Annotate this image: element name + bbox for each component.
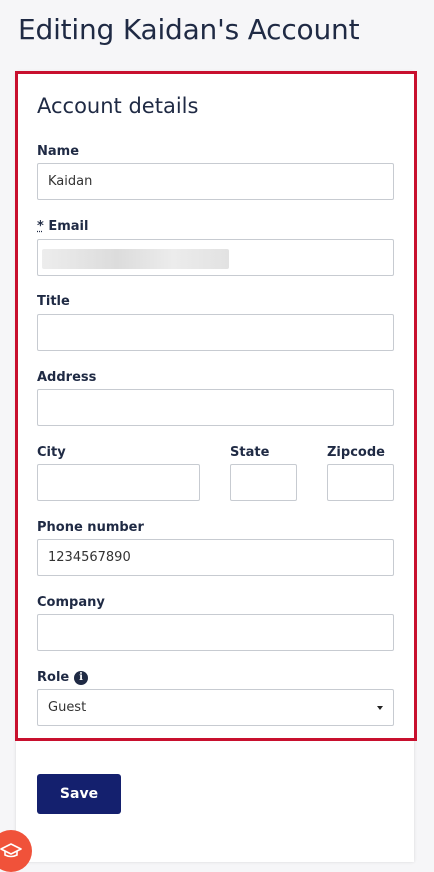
graduation-cap-icon	[0, 843, 22, 858]
zipcode-input[interactable]	[327, 464, 394, 501]
city-label: City	[37, 445, 66, 460]
company-label: Company	[37, 595, 105, 610]
role-select[interactable]: Guest	[37, 689, 394, 726]
state-input[interactable]	[230, 464, 297, 501]
section-title: Account details	[37, 94, 199, 118]
company-input[interactable]	[37, 614, 394, 651]
title-input[interactable]	[37, 314, 394, 351]
name-label: Name	[37, 144, 80, 159]
caret-down-icon	[377, 705, 383, 710]
role-selected-value: Guest	[48, 700, 87, 715]
redacted-email	[42, 249, 229, 269]
name-input[interactable]	[37, 163, 394, 200]
phone-input[interactable]	[37, 539, 394, 576]
role-label: Role	[37, 670, 70, 685]
state-label: State	[230, 445, 270, 460]
email-label-text: Email	[48, 219, 89, 234]
info-icon[interactable]: i	[74, 671, 88, 685]
zipcode-label: Zipcode	[327, 445, 385, 460]
address-label: Address	[37, 370, 97, 385]
phone-label: Phone number	[37, 520, 144, 535]
email-label: * Email	[37, 219, 88, 234]
address-input[interactable]	[37, 389, 394, 426]
page-title: Editing Kaidan's Account	[18, 13, 360, 46]
city-input[interactable]	[37, 464, 200, 501]
title-label: Title	[37, 294, 70, 309]
save-button[interactable]: Save	[37, 774, 121, 814]
required-marker: *	[37, 219, 44, 234]
